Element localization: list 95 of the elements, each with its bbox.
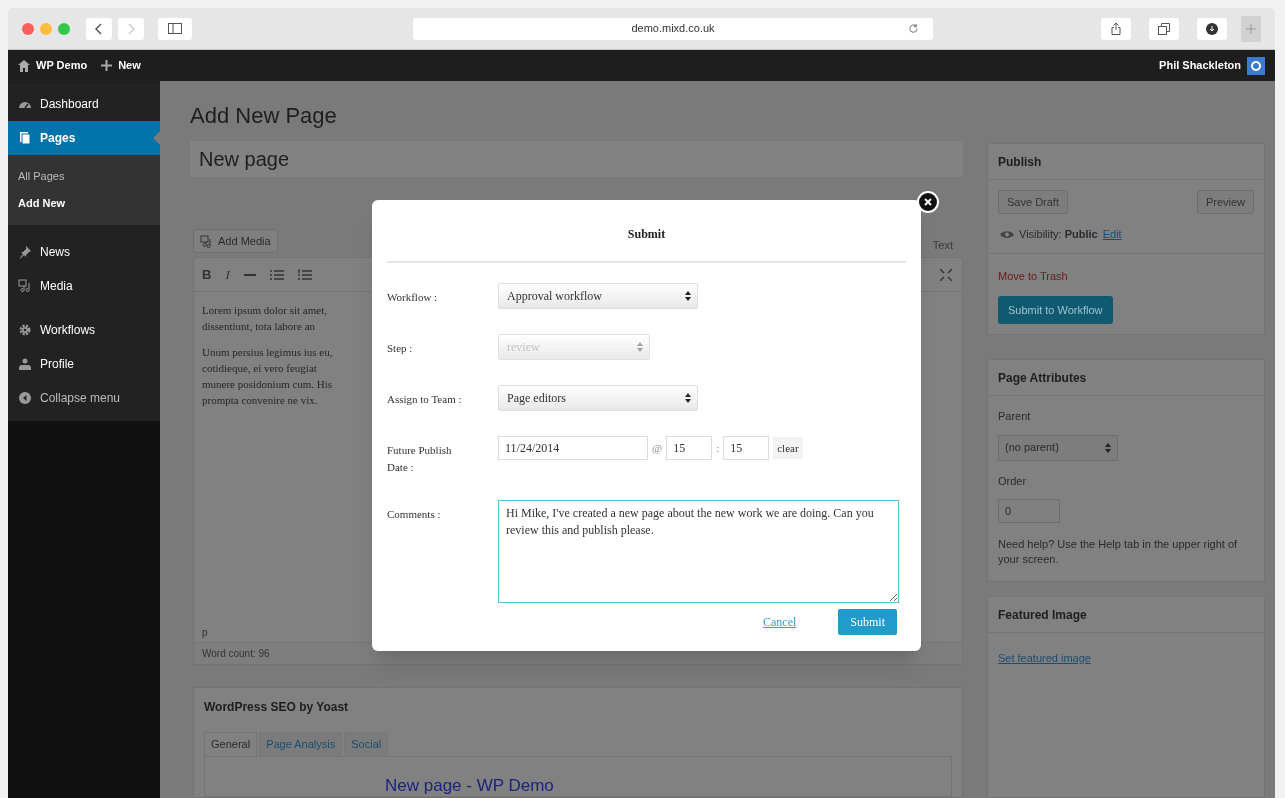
- updown-arrows-icon: [1105, 442, 1111, 453]
- back-button[interactable]: [86, 17, 112, 40]
- close-dialog-button[interactable]: [917, 191, 939, 213]
- pushpin-icon: [18, 245, 32, 259]
- submenu-item[interactable]: All Pages: [8, 163, 160, 190]
- submit-to-workflow-button[interactable]: Submit to Workflow: [998, 296, 1113, 324]
- person-icon: [18, 357, 32, 371]
- eye-icon: [1000, 229, 1014, 239]
- sidebar-toggle-button[interactable]: [158, 17, 192, 40]
- preview-button[interactable]: Preview: [1196, 190, 1254, 214]
- page-heading: Add New Page: [190, 102, 338, 130]
- avatar-icon: [1247, 56, 1265, 75]
- sidebar-item[interactable]: Pages: [8, 121, 160, 155]
- move-to-trash-link[interactable]: Move to Trash: [998, 267, 1068, 284]
- user-account-link[interactable]: Phil Shackleton: [1159, 57, 1241, 74]
- tabs-button[interactable]: [1149, 17, 1179, 40]
- sidebar-item[interactable]: Profile: [8, 347, 160, 381]
- url-text: demo.mixd.co.uk: [631, 21, 715, 37]
- media-icon: [18, 279, 32, 293]
- chevron-left-icon: [95, 22, 103, 35]
- share-button[interactable]: [1101, 17, 1131, 40]
- add-media-button[interactable]: Add Media: [193, 229, 278, 253]
- field-label: Future Publish Date :: [387, 443, 453, 475]
- field-label: Assign to Team :: [387, 392, 463, 407]
- sidebar-item[interactable]: News: [8, 235, 160, 269]
- chevron-right-icon: [127, 22, 135, 35]
- gear-icon: [18, 323, 32, 337]
- field-label: Order: [998, 473, 1027, 489]
- field-label: Step :: [387, 341, 414, 356]
- editor-text-line: prompta convenire ne vix.: [202, 393, 318, 408]
- submit-button[interactable]: Submit: [838, 609, 897, 635]
- parent-select[interactable]: (no parent): [998, 434, 1118, 461]
- element-path-text: p: [202, 625, 208, 640]
- snippet-title-link[interactable]: New page - WP Demo: [385, 776, 554, 796]
- editor-text-line: munere posidonium cum. His: [202, 377, 333, 392]
- date-field[interactable]: 11/24/2014: [498, 436, 648, 460]
- panel-title: Page Attributes: [998, 369, 1087, 387]
- italic-button[interactable]: I: [225, 264, 230, 285]
- address-bar[interactable]: demo.mixd.co.uk: [413, 17, 933, 40]
- plus-icon: [1246, 23, 1256, 34]
- editor-text-line: dissentiunt, tota labore an: [202, 319, 316, 334]
- editor-text-line: Unum persius legimus ius eu,: [202, 345, 333, 360]
- site-name-link[interactable]: WP Demo: [36, 57, 88, 74]
- close-icon: [924, 198, 932, 206]
- share-icon: [1111, 22, 1121, 35]
- numbered-list-icon[interactable]: [297, 268, 312, 281]
- panel-title: Publish: [998, 153, 1042, 171]
- hour-field[interactable]: 15: [666, 436, 713, 460]
- help-text: Need help? Use the Help tab in the upper right of your screen.: [998, 537, 1239, 567]
- dropdown[interactable]: Page editors: [498, 385, 698, 411]
- field-label: Comments :: [387, 507, 442, 522]
- tabs-icon: [1158, 22, 1170, 35]
- sidebar-icon: [168, 23, 182, 34]
- submenu-item[interactable]: Add New: [8, 190, 160, 217]
- sidebar-item[interactable]: Workflows: [8, 313, 160, 347]
- minute-field[interactable]: 15: [723, 436, 770, 460]
- downloads-button[interactable]: [1197, 17, 1227, 40]
- sidebar-item[interactable]: Collapse menu: [8, 381, 160, 415]
- text-tab[interactable]: Text: [932, 236, 953, 253]
- editor-text-line: cotidieque, ei vero feugiat: [202, 361, 317, 376]
- sidebar-item[interactable]: Dashboard: [8, 87, 160, 121]
- updown-arrows-icon: [685, 393, 691, 403]
- seo-tab[interactable]: General: [204, 732, 258, 756]
- field-label: Workflow :: [387, 290, 439, 305]
- clear-button[interactable]: clear: [773, 437, 803, 459]
- fullscreen-icon[interactable]: [940, 268, 952, 281]
- reload-icon[interactable]: [908, 22, 919, 34]
- panel-title: Featured Image: [998, 606, 1087, 624]
- plus-icon: [101, 60, 113, 71]
- panel-title: WordPress SEO by Yoast: [204, 699, 350, 716]
- order-field[interactable]: 0: [998, 499, 1060, 523]
- home-icon: [18, 59, 30, 72]
- media-icon: [200, 234, 214, 248]
- editor-text-line: Lorem ipsum dolor sit amet,: [202, 303, 327, 318]
- updown-arrows-icon: [637, 342, 643, 352]
- zoom-window-icon[interactable]: [58, 22, 70, 35]
- sidebar-item[interactable]: Media: [8, 269, 160, 303]
- word-count-text: Word count: 96: [202, 647, 270, 661]
- title-field[interactable]: New page: [190, 141, 963, 177]
- download-icon: [1206, 22, 1218, 35]
- time-separator-text: :: [716, 440, 720, 456]
- dialog-title: Submit: [387, 200, 906, 263]
- field-label: Parent: [998, 409, 1031, 424]
- dropdown[interactable]: Approval workflow: [498, 283, 698, 309]
- close-window-icon[interactable]: [22, 22, 34, 35]
- bulleted-list-icon[interactable]: [269, 268, 284, 281]
- at-sign-text: @: [652, 440, 663, 456]
- bold-button[interactable]: B: [202, 264, 212, 285]
- cancel-link[interactable]: Cancel: [763, 613, 797, 631]
- updown-arrows-icon: [685, 291, 691, 301]
- comments-field[interactable]: Hi Mike, I've created a new page about the new work we are doing. Can you review this and publish please.: [498, 500, 899, 603]
- pages-icon: [18, 131, 32, 145]
- new-content-link[interactable]: New: [118, 57, 141, 74]
- visibility-text: Visibility: Public: [1019, 227, 1098, 242]
- save-draft-button[interactable]: Save Draft: [998, 190, 1068, 214]
